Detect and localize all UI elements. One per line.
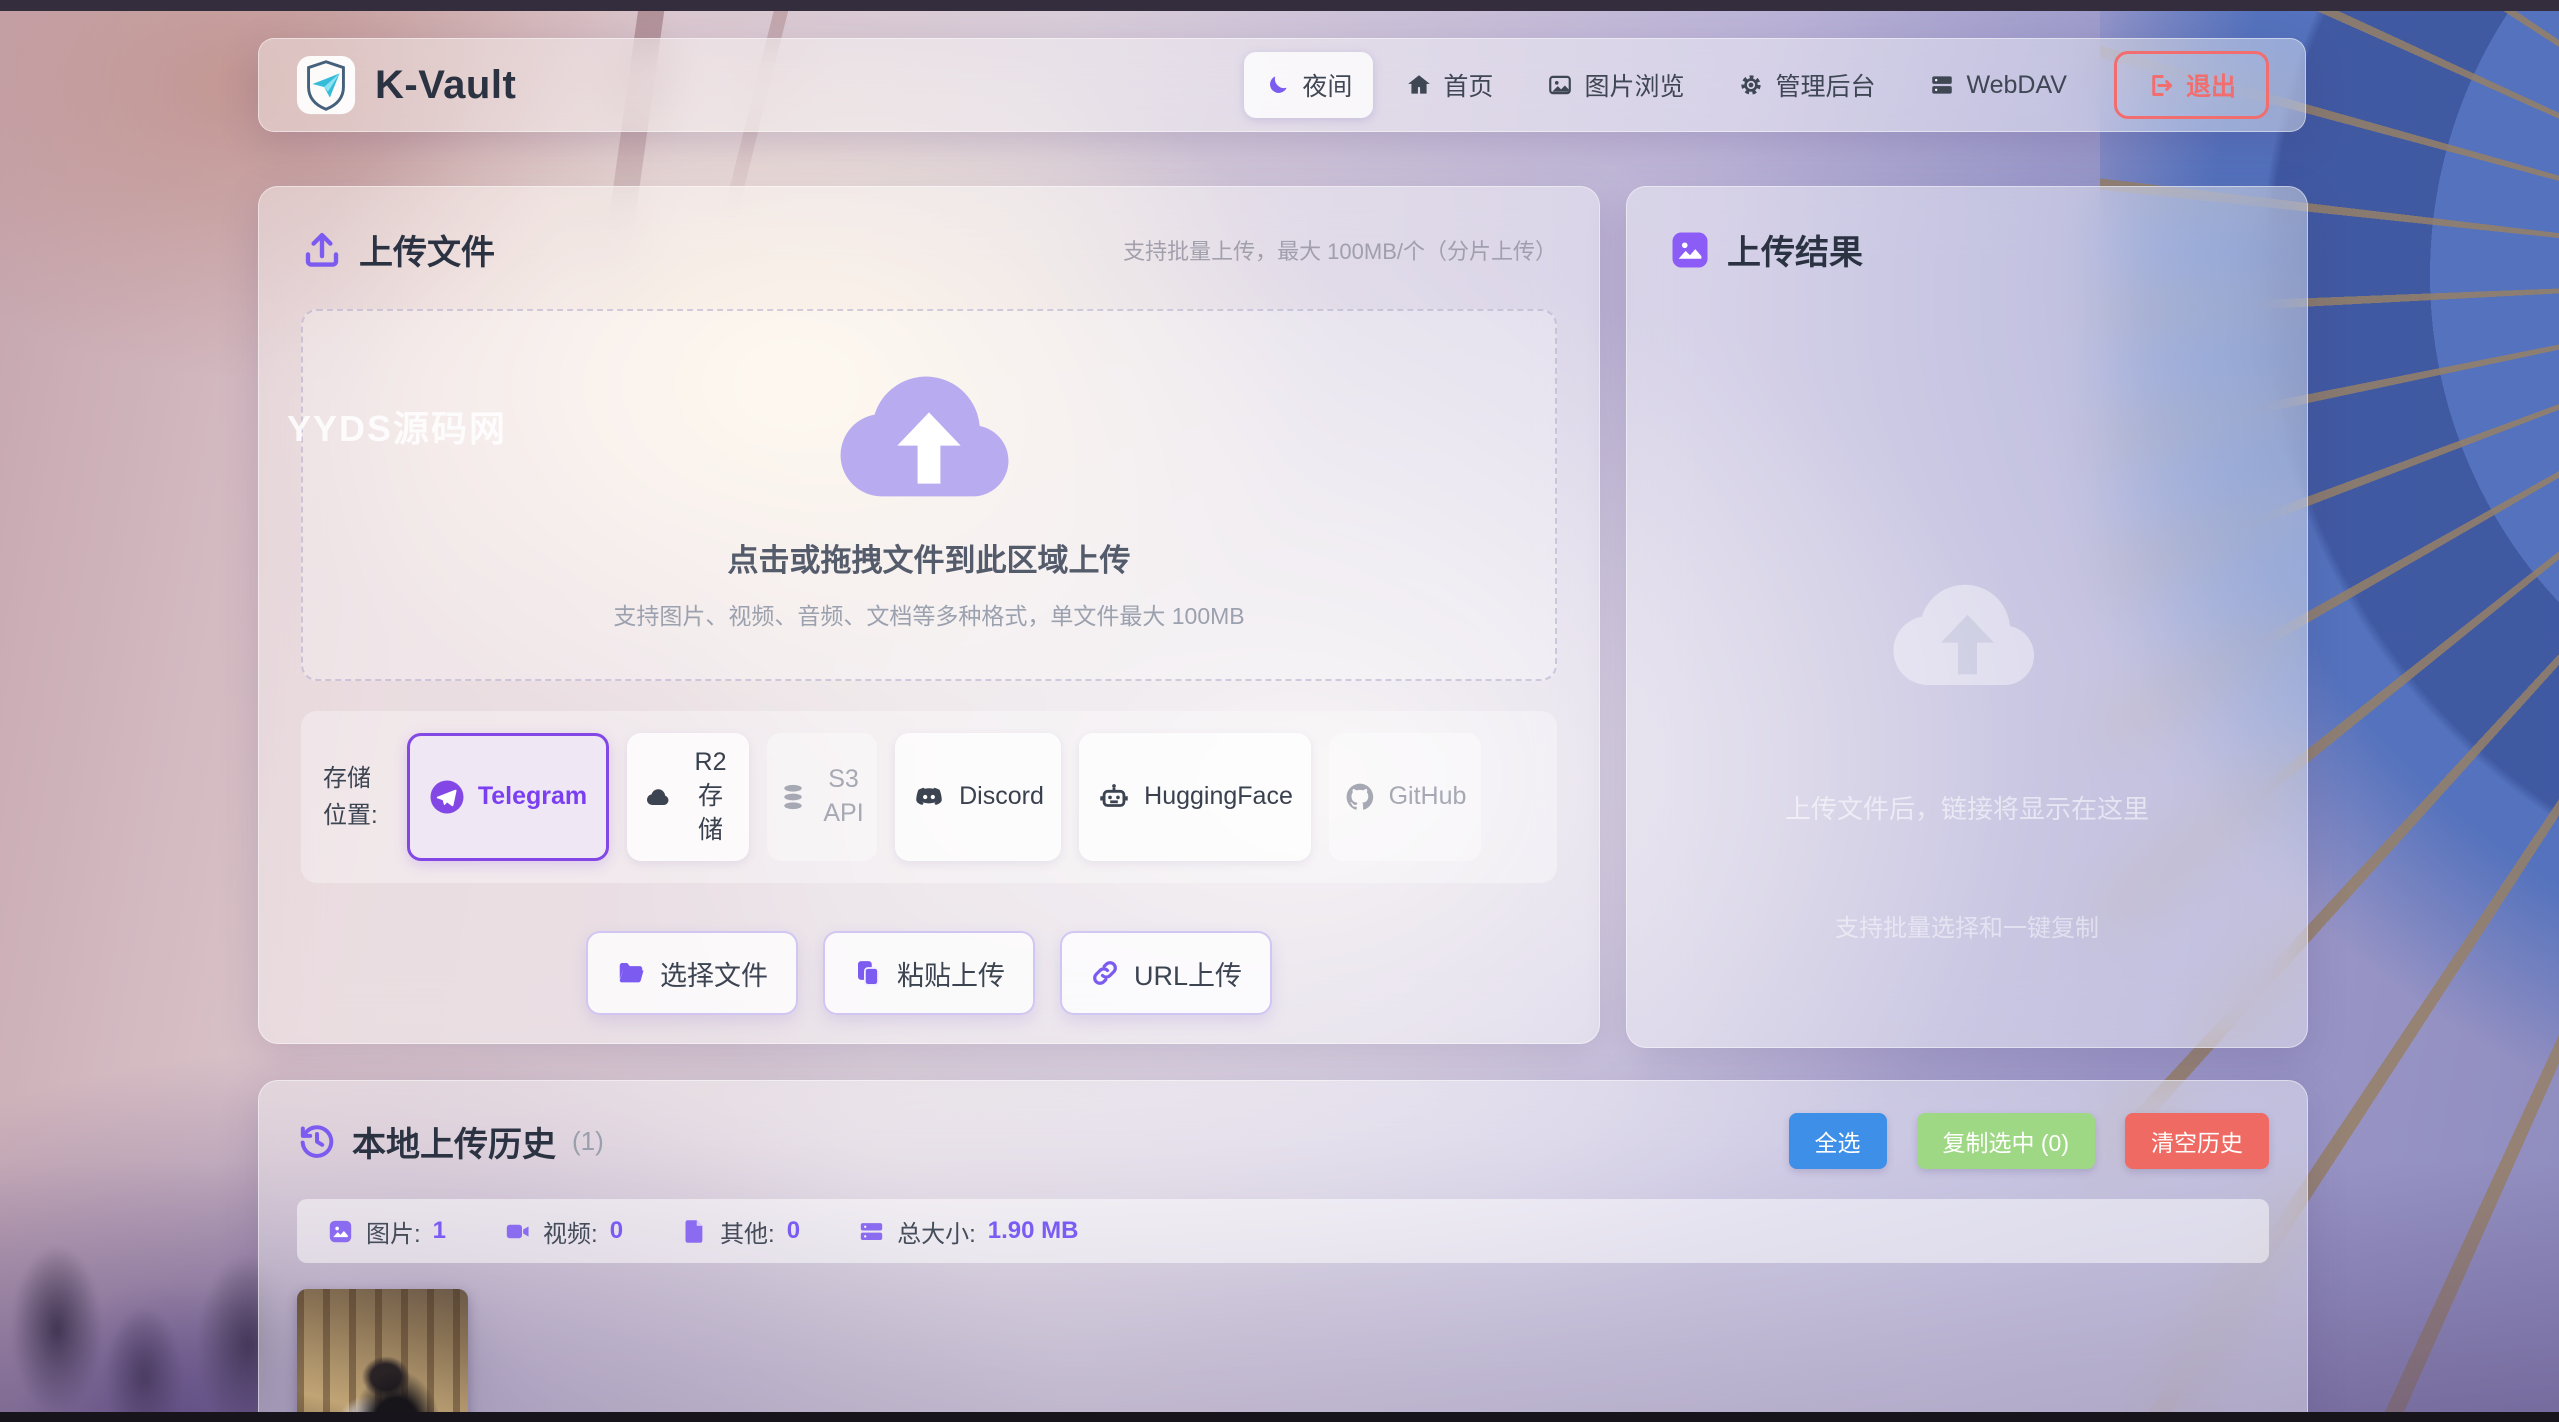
history-stats-bar: 图片: 1 视频: 0 其他: 0 总大小: 1.90 MB [297, 1199, 2269, 1263]
nav-item-admin[interactable]: 管理后台 [1717, 52, 1896, 118]
upload-actions: 选择文件 粘贴上传 URL上传 [259, 931, 1599, 1015]
cloud-upload-faint-icon [1880, 567, 2055, 697]
page: K-Vault 夜间 首页 图片浏览 管理后台 WebDAV [0, 0, 2559, 1422]
window-bottom-edge [0, 1412, 2559, 1422]
history-actions: 全选 复制选中 (0) 清空历史 [1789, 1113, 2270, 1169]
upload-panel-header: 上传文件 支持批量上传，最大 100MB/个（分片上传） [301, 225, 1557, 274]
app-title: K-Vault [375, 63, 516, 108]
cloud-icon [643, 781, 675, 813]
upload-limit-hint: 支持批量上传，最大 100MB/个（分片上传） [1123, 234, 1557, 266]
clear-history-button[interactable]: 清空历史 [2125, 1113, 2269, 1169]
home-icon [1406, 72, 1432, 98]
storage-option-discord[interactable]: Discord [895, 733, 1061, 861]
storage-label: 存储位置: [323, 760, 389, 834]
paste-icon [853, 958, 883, 988]
upload-panel-title: 上传文件 [359, 225, 495, 274]
stat-others: 其他: 0 [681, 1214, 800, 1249]
link-icon [1090, 958, 1120, 988]
nav-item-night-mode[interactable]: 夜间 [1244, 52, 1373, 118]
history-item-thumbnail[interactable] [297, 1289, 468, 1422]
url-upload-button[interactable]: URL上传 [1060, 931, 1272, 1015]
logout-button[interactable]: 退出 [2114, 51, 2269, 119]
history-count: (1) [572, 1126, 604, 1157]
video-icon [504, 1218, 531, 1245]
database-icon [778, 782, 808, 812]
results-panel: 上传结果 上传文件后，链接将显示在这里 支持批量选择和一键复制 [1626, 186, 2308, 1048]
cloud-upload-icon [824, 357, 1034, 509]
history-panel-header: 本地上传历史 (1) 全选 复制选中 (0) 清空历史 [297, 1113, 2269, 1169]
results-empty-line2: 支持批量选择和一键复制 [1835, 908, 2099, 943]
copy-selected-button[interactable]: 复制选中 (0) [1917, 1113, 2096, 1169]
window-top-edge [0, 0, 2559, 11]
github-icon [1344, 781, 1376, 813]
results-empty-line1: 上传文件后，链接将显示在这里 [1785, 789, 2149, 826]
discord-icon [912, 780, 946, 814]
file-icon [681, 1218, 708, 1245]
storage-selector: 存储位置: Telegram R2 存储 S3 API Discord Hugg… [301, 711, 1557, 883]
main-nav: 夜间 首页 图片浏览 管理后台 WebDAV [1244, 52, 2088, 118]
upload-tray-icon [301, 229, 343, 271]
results-panel-header: 上传结果 [1669, 225, 2265, 274]
choose-file-button[interactable]: 选择文件 [586, 931, 798, 1015]
stat-total-size: 总大小: 1.90 MB [858, 1214, 1078, 1249]
moon-icon [1265, 72, 1291, 98]
dropzone-main-text: 点击或拖拽文件到此区域上传 [728, 535, 1131, 580]
telegram-icon [429, 779, 465, 815]
storage-option-github[interactable]: GitHub [1329, 733, 1481, 861]
select-all-button[interactable]: 全选 [1789, 1113, 1887, 1169]
storage-option-s3[interactable]: S3 API [767, 733, 877, 861]
stat-videos: 视频: 0 [504, 1214, 623, 1249]
results-panel-title: 上传结果 [1727, 225, 1863, 274]
nav-item-webdav[interactable]: WebDAV [1908, 56, 2088, 115]
storage-option-r2[interactable]: R2 存储 [627, 733, 749, 861]
stat-images: 图片: 1 [327, 1214, 446, 1249]
history-panel: 本地上传历史 (1) 全选 复制选中 (0) 清空历史 图片: 1 视频: 0 … [258, 1080, 2308, 1422]
result-image-badge-icon [1669, 229, 1711, 271]
robot-icon [1097, 780, 1131, 814]
storage-option-huggingface[interactable]: HuggingFace [1079, 733, 1311, 861]
app-logo-shield-icon [295, 54, 357, 116]
storage-icon [858, 1218, 885, 1245]
storage-option-telegram[interactable]: Telegram [407, 733, 609, 861]
images-icon [1547, 72, 1573, 98]
logout-icon [2147, 72, 2174, 99]
watermark: YYDS源码网 [287, 400, 507, 452]
server-icon [1929, 72, 1955, 98]
header-bar: K-Vault 夜间 首页 图片浏览 管理后台 WebDAV [258, 38, 2306, 132]
paste-upload-button[interactable]: 粘贴上传 [823, 931, 1035, 1015]
upload-panel: 上传文件 支持批量上传，最大 100MB/个（分片上传） 点击或拖拽文件到此区域… [258, 186, 1600, 1044]
folder-icon [616, 958, 646, 988]
nav-item-home[interactable]: 首页 [1385, 52, 1514, 118]
history-icon [297, 1121, 337, 1161]
file-dropzone[interactable]: 点击或拖拽文件到此区域上传 支持图片、视频、音频、文档等多种格式，单文件最大 1… [301, 309, 1557, 681]
results-empty-state: 上传文件后，链接将显示在这里 支持批量选择和一键复制 [1627, 567, 2307, 943]
gear-icon [1738, 72, 1764, 98]
history-panel-title: 本地上传历史 [352, 1117, 556, 1166]
dropzone-sub-text: 支持图片、视频、音频、文档等多种格式，单文件最大 100MB [613, 597, 1244, 631]
image-icon [327, 1218, 354, 1245]
nav-item-image-browse[interactable]: 图片浏览 [1526, 52, 1705, 118]
